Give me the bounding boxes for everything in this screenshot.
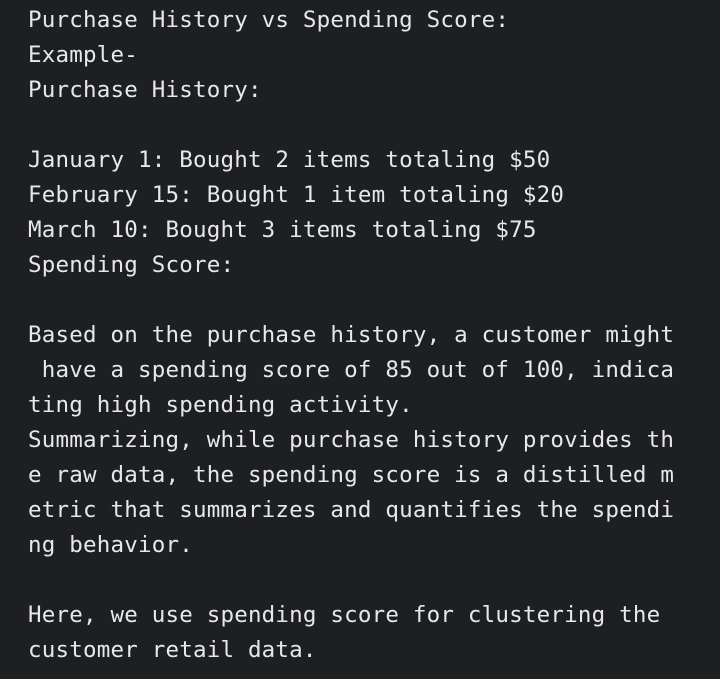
text-line-title: Purchase History vs Spending Score:	[28, 7, 510, 33]
text-line-paragraph-3a: Here, we use spending score for clusteri…	[28, 602, 661, 628]
text-line-february: February 15: Bought 1 item totaling $20	[28, 182, 565, 208]
text-output-panel: Purchase History vs Spending Score: Exam…	[0, 0, 720, 679]
text-line-purchase-heading: Purchase History:	[28, 77, 262, 103]
text-line-paragraph-2c: etric that summarizes and quantifies the…	[28, 497, 675, 523]
text-line-paragraph-1a: Based on the purchase history, a custome…	[28, 322, 675, 348]
text-line-january: January 1: Bought 2 items totaling $50	[28, 147, 551, 173]
text-line-paragraph-2d: ng behavior.	[28, 532, 193, 558]
text-line-march: March 10: Bought 3 items totaling $75	[28, 217, 537, 243]
text-line-paragraph-2b: e raw data, the spending score is a dist…	[28, 462, 675, 488]
text-line-paragraph-1b: have a spending score of 85 out of 100, …	[28, 357, 675, 383]
text-line-example: Example-	[28, 42, 138, 68]
text-line-paragraph-2a: Summarizing, while purchase history prov…	[28, 427, 675, 453]
text-line-paragraph-1c: ting high spending activity.	[28, 392, 413, 418]
text-line-score-heading: Spending Score:	[28, 252, 235, 278]
text-line-paragraph-3b: customer retail data.	[28, 637, 317, 663]
